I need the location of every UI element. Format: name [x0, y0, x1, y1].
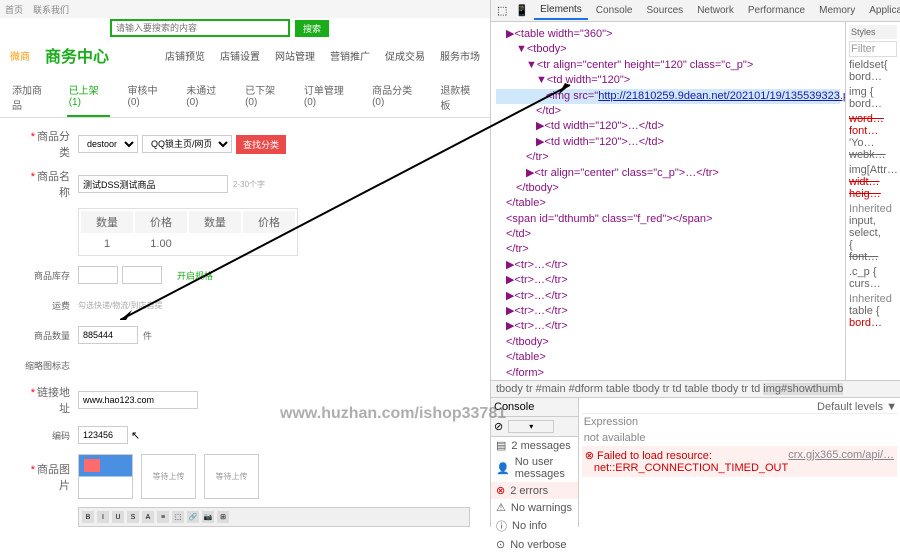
link-input[interactable] — [78, 391, 198, 409]
category-select-1[interactable]: destoon — [78, 135, 138, 153]
label-images: *商品图片 — [20, 461, 70, 493]
tab-network[interactable]: Network — [691, 2, 740, 19]
nav-item[interactable]: 店铺设置 — [220, 48, 260, 63]
search-button[interactable]: 搜索 — [295, 20, 329, 37]
tab-orders[interactable]: 订单管理(0) — [302, 77, 355, 117]
product-form: *商品分类 destoon QQ锁主页/网页 查找分类 *商品名称 2-30个字… — [0, 118, 490, 527]
styles-pane[interactable]: Styles Filter fieldset{bord… img {bord… … — [845, 22, 900, 380]
editor-btn[interactable]: I — [97, 511, 109, 523]
nav-item[interactable]: 服务市场 — [440, 48, 480, 63]
editor-btn[interactable]: S — [127, 511, 139, 523]
qty-unit: 件 — [143, 329, 152, 342]
styles-header: Styles — [849, 25, 897, 39]
console-drawer: Console ⊘▾ ▤2 messages 👤No user messages… — [491, 397, 900, 527]
tab-add[interactable]: 添加商品 — [10, 77, 52, 117]
editor-btn[interactable]: B — [82, 511, 94, 523]
tab-reject[interactable]: 未通过(0) — [184, 77, 228, 117]
spec-qty[interactable]: 1 — [81, 235, 133, 253]
enable-spec-link[interactable]: 开启规格 — [177, 269, 213, 282]
code-input[interactable] — [78, 426, 128, 444]
top-bar: 首页 联系我们 — [0, 0, 490, 18]
nav-item[interactable]: 店铺预览 — [165, 48, 205, 63]
devtools-panel: ⬚ 📱 Elements Console Sources Network Per… — [490, 0, 900, 527]
error-source-link[interactable]: crx.gjx365.com/api/… — [788, 449, 894, 474]
msg-filter[interactable]: ⊙No verbose — [491, 536, 578, 553]
top-tab[interactable]: 首页 — [5, 3, 23, 16]
tab-memory[interactable]: Memory — [813, 2, 861, 19]
nav-item[interactable]: 网站管理 — [275, 48, 315, 63]
msg-filter[interactable]: 👤No user messages — [491, 454, 578, 482]
cursor-icon: ↖ — [131, 429, 140, 442]
selected-dom-node[interactable]: <img src="http://21810259.9dean.net/2021… — [496, 89, 840, 104]
msg-filter[interactable]: ⚠No warnings — [491, 499, 578, 516]
devtools-tabs: ⬚ 📱 Elements Console Sources Network Per… — [491, 0, 900, 22]
brand-logo: 商务中心 — [45, 43, 109, 67]
label-title: *商品名称 — [20, 168, 70, 200]
stock-input-2[interactable] — [122, 266, 162, 284]
tab-refund[interactable]: 退款模板 — [438, 77, 480, 117]
product-image-1[interactable] — [78, 454, 133, 499]
tab-performance[interactable]: Performance — [742, 2, 811, 19]
editor-btn[interactable]: 📷 — [202, 511, 214, 523]
label-code: 编码 — [20, 429, 70, 442]
log-level-select[interactable]: Default levels ▼ — [582, 401, 897, 413]
category-select-2[interactable]: QQ锁主页/网页 — [142, 135, 232, 153]
editor-toolbar: BIUSA≡⬚🔗📷⊞ — [78, 507, 470, 527]
inspect-icon[interactable]: ⬚ — [494, 4, 510, 17]
label-ship: 运费 — [20, 299, 70, 312]
label-category: *商品分类 — [20, 128, 70, 160]
find-category-button[interactable]: 查找分类 — [236, 135, 286, 154]
editor-btn[interactable]: ≡ — [157, 511, 169, 523]
nav-item[interactable]: 营销推广 — [330, 48, 370, 63]
tab-onsale[interactable]: 已上架(1) — [67, 77, 111, 117]
app-panel: 首页 联系我们 搜索 微商 商务中心 店铺预览 店铺设置 网站管理 营销推广 促… — [0, 0, 490, 527]
msg-filter[interactable]: ⓘNo info — [491, 516, 578, 536]
editor-btn[interactable]: ⬚ — [172, 511, 184, 523]
device-icon[interactable]: 📱 — [512, 4, 532, 17]
title-input[interactable] — [78, 175, 228, 193]
label-stock: 商品库存 — [20, 269, 70, 282]
tab-sources[interactable]: Sources — [641, 2, 690, 19]
editor-btn[interactable]: U — [112, 511, 124, 523]
ship-note: 勾选快递/物流/到店自提 — [78, 300, 162, 311]
tab-console[interactable]: Console — [590, 2, 639, 19]
console-tab[interactable]: Console — [494, 401, 534, 413]
nav-item[interactable]: 促成交易 — [385, 48, 425, 63]
expression-label: Expression — [584, 416, 638, 428]
qty-input[interactable] — [78, 326, 138, 344]
dom-tree[interactable]: ▶<table width="360"> ▼<tbody> ▼<tr align… — [491, 22, 845, 380]
spec-price[interactable]: 1.00 — [135, 235, 187, 253]
tab-offsale[interactable]: 已下架(0) — [243, 77, 287, 117]
search-input[interactable] — [110, 19, 290, 37]
msg-filter-errors[interactable]: ⊗2 errors — [491, 482, 578, 499]
tab-application[interactable]: Application — [863, 2, 900, 19]
stock-input-1[interactable] — [78, 266, 118, 284]
product-image-upload[interactable]: 等待上传 — [204, 454, 259, 499]
search-bar: 搜索 — [0, 18, 490, 38]
product-tabs: 添加商品 已上架(1) 审核中(0) 未通过(0) 已下架(0) 订单管理(0)… — [0, 77, 490, 118]
editor-btn[interactable]: 🔗 — [187, 511, 199, 523]
title-hint: 2-30个字 — [233, 179, 265, 190]
label-thumb: 缩略图标志 — [20, 359, 70, 372]
spec-table: 数量价格数量价格 11.00 — [78, 208, 298, 256]
tab-review[interactable]: 审核中(0) — [125, 77, 169, 117]
header: 微商 商务中心 店铺预览 店铺设置 网站管理 营销推广 促成交易 服务市场 — [0, 38, 490, 72]
tab-category[interactable]: 商品分类(0) — [370, 77, 423, 117]
editor-btn[interactable]: ⊞ — [217, 511, 229, 523]
expression-result: not available — [582, 430, 897, 446]
breadcrumb[interactable]: tbodytr#main#dformtabletbodytrtdtabletbo… — [491, 380, 900, 397]
clear-icon[interactable]: ⊘ — [494, 420, 503, 433]
label-link: *链接地址 — [20, 384, 70, 416]
editor-btn[interactable]: A — [142, 511, 154, 523]
label-qty: 商品数量 — [20, 329, 70, 342]
msg-filter[interactable]: ▤2 messages — [491, 437, 578, 454]
top-tab[interactable]: 联系我们 — [33, 3, 69, 16]
console-error[interactable]: ⊗ Failed to load resource: net::ERR_CONN… — [582, 446, 897, 477]
brand-prefix: 微商 — [10, 48, 30, 63]
tab-elements[interactable]: Elements — [534, 1, 588, 20]
product-image-upload[interactable]: 等待上传 — [141, 454, 196, 499]
